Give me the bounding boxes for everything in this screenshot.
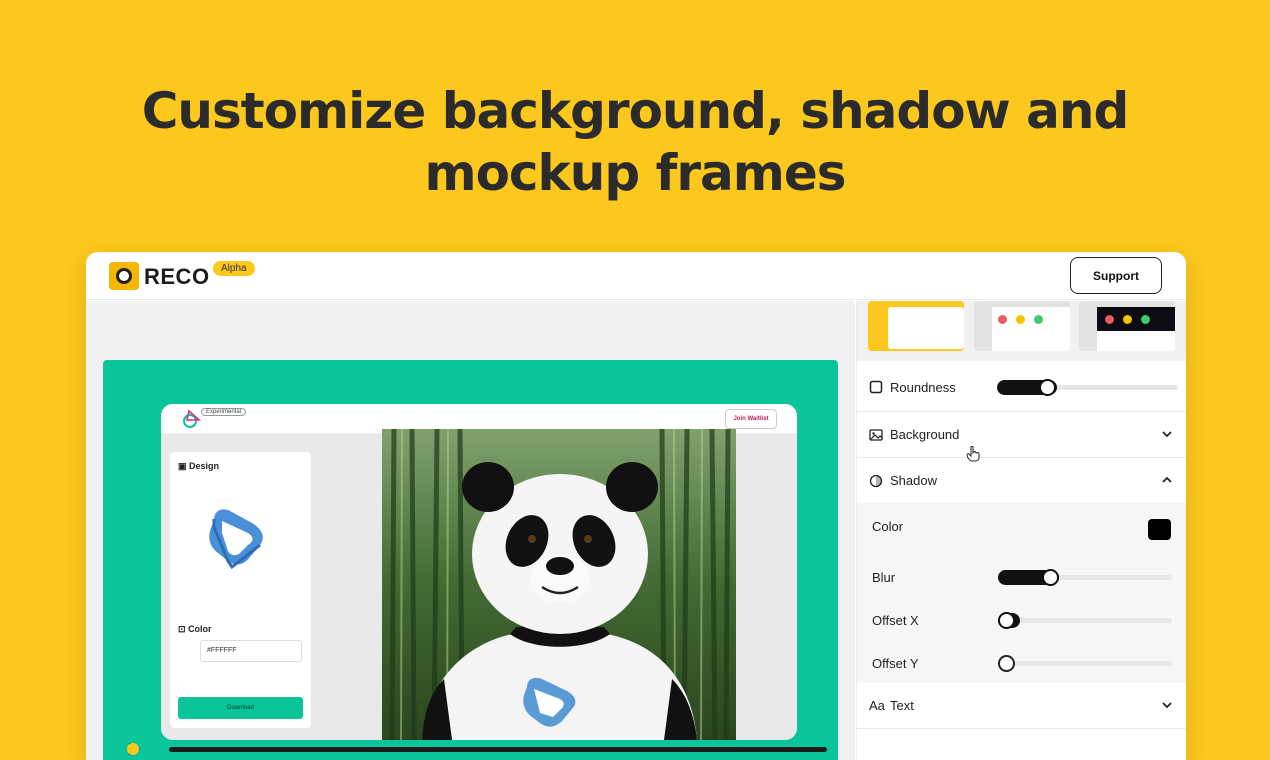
panda-video-frame — [382, 429, 736, 740]
pointer-cursor-icon — [966, 446, 980, 462]
shadow-settings: Color Blur Offset X Offset Y — [857, 503, 1186, 683]
chevron-down-icon[interactable] — [1161, 428, 1173, 440]
window-dot-green — [1034, 315, 1043, 324]
frame-option-light-window[interactable] — [974, 301, 1070, 351]
inner-logo-icon — [183, 409, 202, 428]
video-timeline[interactable] — [169, 747, 827, 752]
blur-label: Blur — [872, 570, 896, 585]
shadow-section-header[interactable]: Shadow — [857, 458, 1186, 504]
timeline-playhead[interactable] — [127, 743, 139, 755]
image-icon: ▣ — [178, 461, 187, 471]
offset-y-slider-knob[interactable] — [998, 655, 1015, 672]
headline-line-1: Customize background, shadow and — [141, 82, 1130, 140]
mockup-frames-row — [857, 301, 1186, 361]
shadow-color-swatch[interactable] — [1148, 519, 1171, 540]
window-dot-yellow — [1123, 315, 1132, 324]
text-prefix-icon: Aa — [869, 698, 885, 713]
brand-name[interactable]: RECO — [144, 264, 210, 290]
window-dot-green — [1141, 315, 1150, 324]
roundness-label: Roundness — [890, 380, 956, 395]
reco-logo-icon[interactable] — [109, 262, 139, 290]
design-label-text: Design — [189, 461, 220, 471]
window-dot-red — [1105, 315, 1114, 324]
alpha-badge: Alpha — [213, 261, 255, 276]
mockup-frame: Experimental Join Waitlist ▣ Design ⊡ Co… — [161, 404, 797, 740]
offset-x-slider-knob[interactable] — [998, 612, 1015, 629]
support-button[interactable]: Support — [1070, 257, 1162, 294]
download-button[interactable]: Download — [178, 697, 303, 719]
image-icon — [869, 429, 883, 441]
inner-body: ▣ Design ⊡ Color #FFFFFF Download — [161, 429, 797, 740]
palette-icon: ⊡ — [178, 624, 186, 634]
top-bar: RECO Alpha Support — [86, 252, 1186, 300]
design-label: ▣ Design — [178, 461, 219, 472]
window-dot-red — [998, 315, 1007, 324]
offset-y-label: Offset Y — [872, 656, 919, 671]
video-playbar — [127, 740, 827, 760]
window-dot-yellow — [1016, 315, 1025, 324]
join-waitlist-button[interactable]: Join Waitlist — [725, 409, 777, 429]
offset-x-slider[interactable] — [998, 612, 1172, 629]
app-window: RECO Alpha Support Experimental Join Wai… — [86, 252, 1186, 760]
design-shape-icon — [209, 509, 263, 570]
design-card: ▣ Design ⊡ Color #FFFFFF Download — [170, 452, 311, 728]
settings-panel: Roundness Background Shadow Color Blur O… — [856, 301, 1186, 760]
roundness-row: Roundness — [857, 363, 1186, 412]
text-label: Text — [890, 698, 914, 713]
roundness-slider[interactable] — [997, 379, 1178, 396]
square-icon — [869, 380, 883, 394]
experimental-badge: Experimental — [201, 408, 247, 416]
preview-stage: Experimental Join Waitlist ▣ Design ⊡ Co… — [103, 360, 838, 760]
headline-line-2: mockup frames — [424, 144, 846, 202]
shadow-label: Shadow — [890, 473, 937, 488]
page-headline: Customize background, shadow and mockup … — [0, 80, 1270, 204]
offset-y-slider[interactable] — [998, 655, 1172, 672]
chevron-down-icon[interactable] — [1161, 699, 1173, 711]
text-section-header[interactable]: Aa Text — [857, 683, 1186, 729]
background-label: Background — [890, 427, 960, 442]
blur-slider[interactable] — [998, 569, 1172, 586]
background-section-header[interactable]: Background — [857, 412, 1186, 458]
offset-x-label: Offset X — [872, 613, 919, 628]
color-label-text: Color — [188, 624, 212, 634]
frame-option-dark-window[interactable] — [1079, 301, 1175, 351]
hex-color-input[interactable]: #FFFFFF — [200, 640, 302, 662]
shadow-color-label: Color — [872, 519, 904, 534]
canvas-area: Experimental Join Waitlist ▣ Design ⊡ Co… — [86, 301, 855, 760]
circle-half-icon — [869, 474, 883, 488]
frame-option-plain[interactable] — [868, 301, 964, 351]
chevron-up-icon[interactable] — [1161, 474, 1173, 486]
color-label: ⊡ Color — [178, 624, 212, 635]
blur-slider-knob[interactable] — [1041, 569, 1059, 586]
